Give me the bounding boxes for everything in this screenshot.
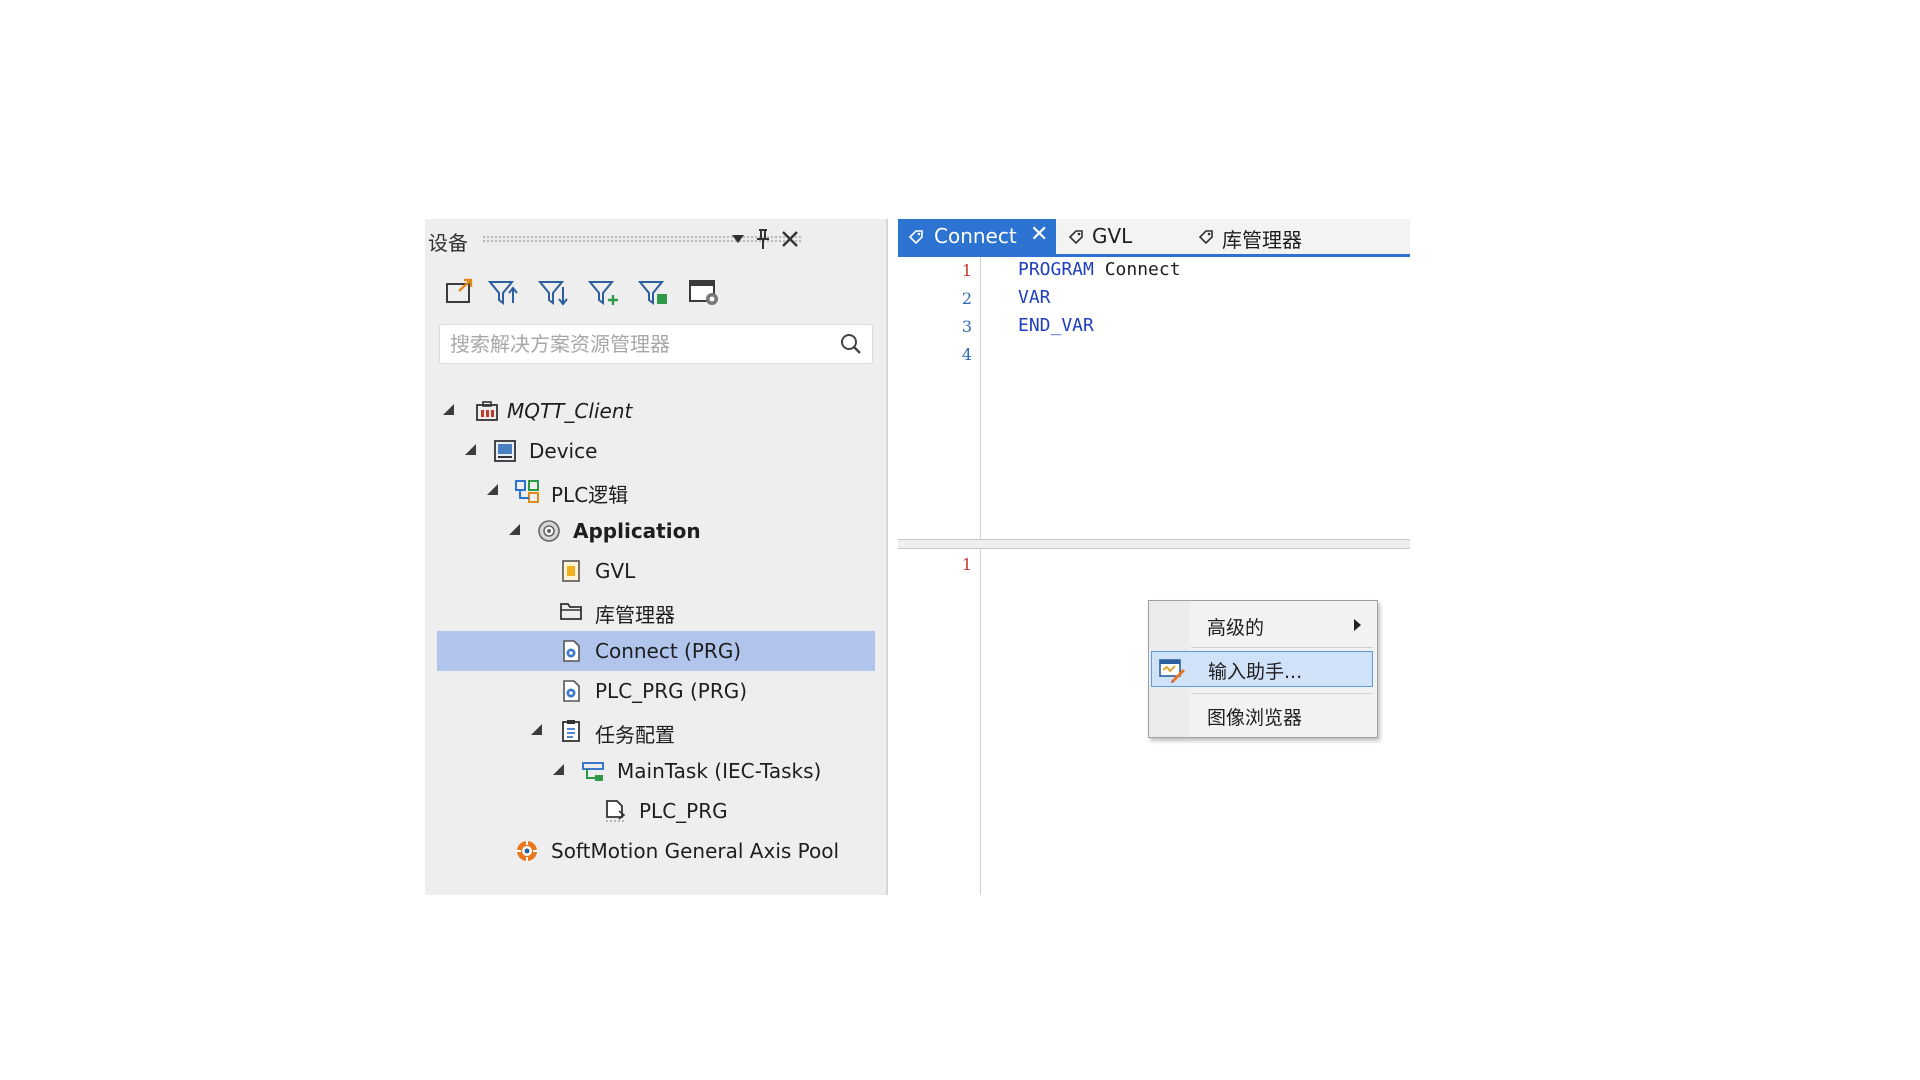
application-icon (538, 520, 560, 542)
menu-item-label: 输入助手... (1208, 661, 1303, 683)
declaration-editor[interactable]: 1 2 3 4 PROGRAM Connect VAR END_VAR (898, 257, 1410, 539)
tree-item-label: MQTT_Client (507, 399, 633, 423)
gutter-divider (980, 549, 981, 895)
pin-icon[interactable] (750, 225, 776, 253)
open-folder-icon[interactable] (443, 275, 477, 309)
keyword: VAR (1018, 287, 1051, 308)
filter-up-icon[interactable] (487, 275, 521, 309)
device-icon (494, 440, 516, 462)
tree-item-connect-prg[interactable]: Connect (PRG) (437, 631, 875, 671)
menu-item-label: 高级的 (1207, 617, 1265, 639)
collapse-arrow-icon[interactable] (443, 404, 454, 415)
tree-item-label: 库管理器 (595, 603, 675, 627)
line-number: 1 (961, 555, 972, 574)
task-icon (582, 762, 604, 781)
input-assistant-icon (1159, 659, 1185, 683)
filter-down-icon[interactable] (537, 275, 571, 309)
tree-item-label: Application (573, 519, 701, 543)
filter-green-icon[interactable] (637, 275, 671, 309)
panel-splitter[interactable] (886, 219, 888, 895)
project-icon (476, 401, 498, 421)
identifier: Connect (1093, 259, 1181, 280)
tree-item-device[interactable]: Device (437, 431, 875, 471)
line-number: 1 (961, 261, 972, 280)
code-editor: Connect ✕ GVL 库管理器 1 2 3 4 PROGRAM Conne… (898, 219, 1410, 895)
search-input[interactable] (448, 328, 832, 360)
dropdown-icon[interactable] (725, 225, 751, 253)
menu-item-image-browser[interactable]: 图像浏览器 (1151, 697, 1373, 733)
search-box (439, 324, 873, 364)
tab-library-manager[interactable]: 库管理器 (1188, 219, 1338, 254)
collapse-arrow-icon[interactable] (465, 444, 476, 455)
menu-item-advanced[interactable]: 高级的 (1151, 607, 1373, 643)
line-number: 3 (961, 317, 972, 336)
tree-item-softmotion-axis-pool[interactable]: SoftMotion General Axis Pool (437, 831, 875, 871)
tree-item-label: Connect (PRG) (595, 639, 742, 663)
keyword: PROGRAM (1018, 259, 1094, 280)
tree-item-task-config[interactable]: 任务配置 (437, 711, 875, 751)
context-menu: 高级的 输入助手... 图像浏览器 (1148, 600, 1378, 738)
tree-item-plc-prg[interactable]: PLC_PRG (PRG) (437, 671, 875, 711)
tree-item-label: PLC_PRG (639, 799, 728, 823)
collapse-arrow-icon[interactable] (553, 764, 564, 775)
line-number: 4 (961, 345, 972, 364)
plc-logic-icon (515, 480, 539, 503)
window-settings-icon[interactable] (687, 275, 721, 309)
tag-icon (1068, 230, 1083, 245)
menu-separator (1191, 693, 1373, 694)
menu-separator (1191, 647, 1373, 648)
tree-item-label: SoftMotion General Axis Pool (551, 839, 840, 863)
keyword: END_VAR (1018, 315, 1094, 336)
tree-item-label: MainTask (IEC-Tasks) (617, 759, 822, 783)
tab-label: GVL (1092, 224, 1133, 248)
program-icon (563, 640, 580, 662)
tree-item-label: Device (529, 439, 598, 463)
tag-icon (1198, 230, 1213, 245)
program-icon (563, 680, 580, 702)
tree-item-library-manager[interactable]: 库管理器 (437, 591, 875, 631)
gvl-icon (562, 560, 580, 582)
code-line[interactable]: VAR (1018, 287, 1051, 308)
task-config-icon (562, 720, 580, 742)
tree-item-maintask[interactable]: MainTask (IEC-Tasks) (437, 751, 875, 791)
tab-gvl[interactable]: GVL (1058, 219, 1170, 254)
submenu-arrow-icon (1354, 619, 1361, 631)
devices-panel: 设备 搜索解决方案资源管理器 MQTT_Client Device PLC逻辑 … (425, 219, 887, 895)
tree-item-application[interactable]: Application (437, 511, 875, 551)
filter-plus-icon[interactable] (587, 275, 621, 309)
collapse-arrow-icon[interactable] (509, 524, 520, 535)
collapse-arrow-icon[interactable] (531, 724, 542, 735)
menu-item-input-assistant[interactable]: 输入助手... (1151, 651, 1373, 687)
code-line[interactable]: PROGRAM Connect (1018, 259, 1181, 280)
tree-item-plc-prg-call[interactable]: PLC_PRG (437, 791, 875, 831)
tree-item-label: 任务配置 (595, 723, 675, 747)
tab-connect[interactable]: Connect ✕ (898, 219, 1056, 254)
tree-item-plc-logic[interactable]: PLC逻辑 (437, 471, 875, 511)
tag-icon (908, 230, 923, 245)
search-icon[interactable] (840, 333, 862, 355)
tab-label: Connect (934, 224, 1017, 248)
softmotion-icon (517, 841, 537, 861)
line-number: 2 (961, 289, 972, 308)
editor-tab-strip: Connect ✕ GVL 库管理器 (898, 219, 1410, 257)
collapse-arrow-icon[interactable] (487, 484, 498, 495)
editor-splitter[interactable] (898, 539, 1410, 549)
panel-header: 设备 (425, 219, 887, 259)
tree-item-gvl[interactable]: GVL (437, 551, 875, 591)
tree-item-label: PLC_PRG (PRG) (595, 679, 748, 703)
library-folder-icon (560, 603, 582, 620)
program-call-icon (606, 800, 626, 822)
gutter-divider (980, 257, 981, 539)
panel-title: 设备 (428, 231, 468, 255)
menu-item-label: 图像浏览器 (1207, 707, 1303, 729)
close-icon[interactable] (777, 225, 803, 253)
tree-item-label: GVL (595, 559, 636, 583)
tree-item-label: PLC逻辑 (551, 483, 629, 507)
tab-label: 库管理器 (1222, 228, 1302, 252)
tree-item-mqtt-client[interactable]: MQTT_Client (437, 391, 875, 431)
code-line[interactable]: END_VAR (1018, 315, 1094, 336)
close-tab-icon[interactable]: ✕ (1030, 222, 1048, 247)
